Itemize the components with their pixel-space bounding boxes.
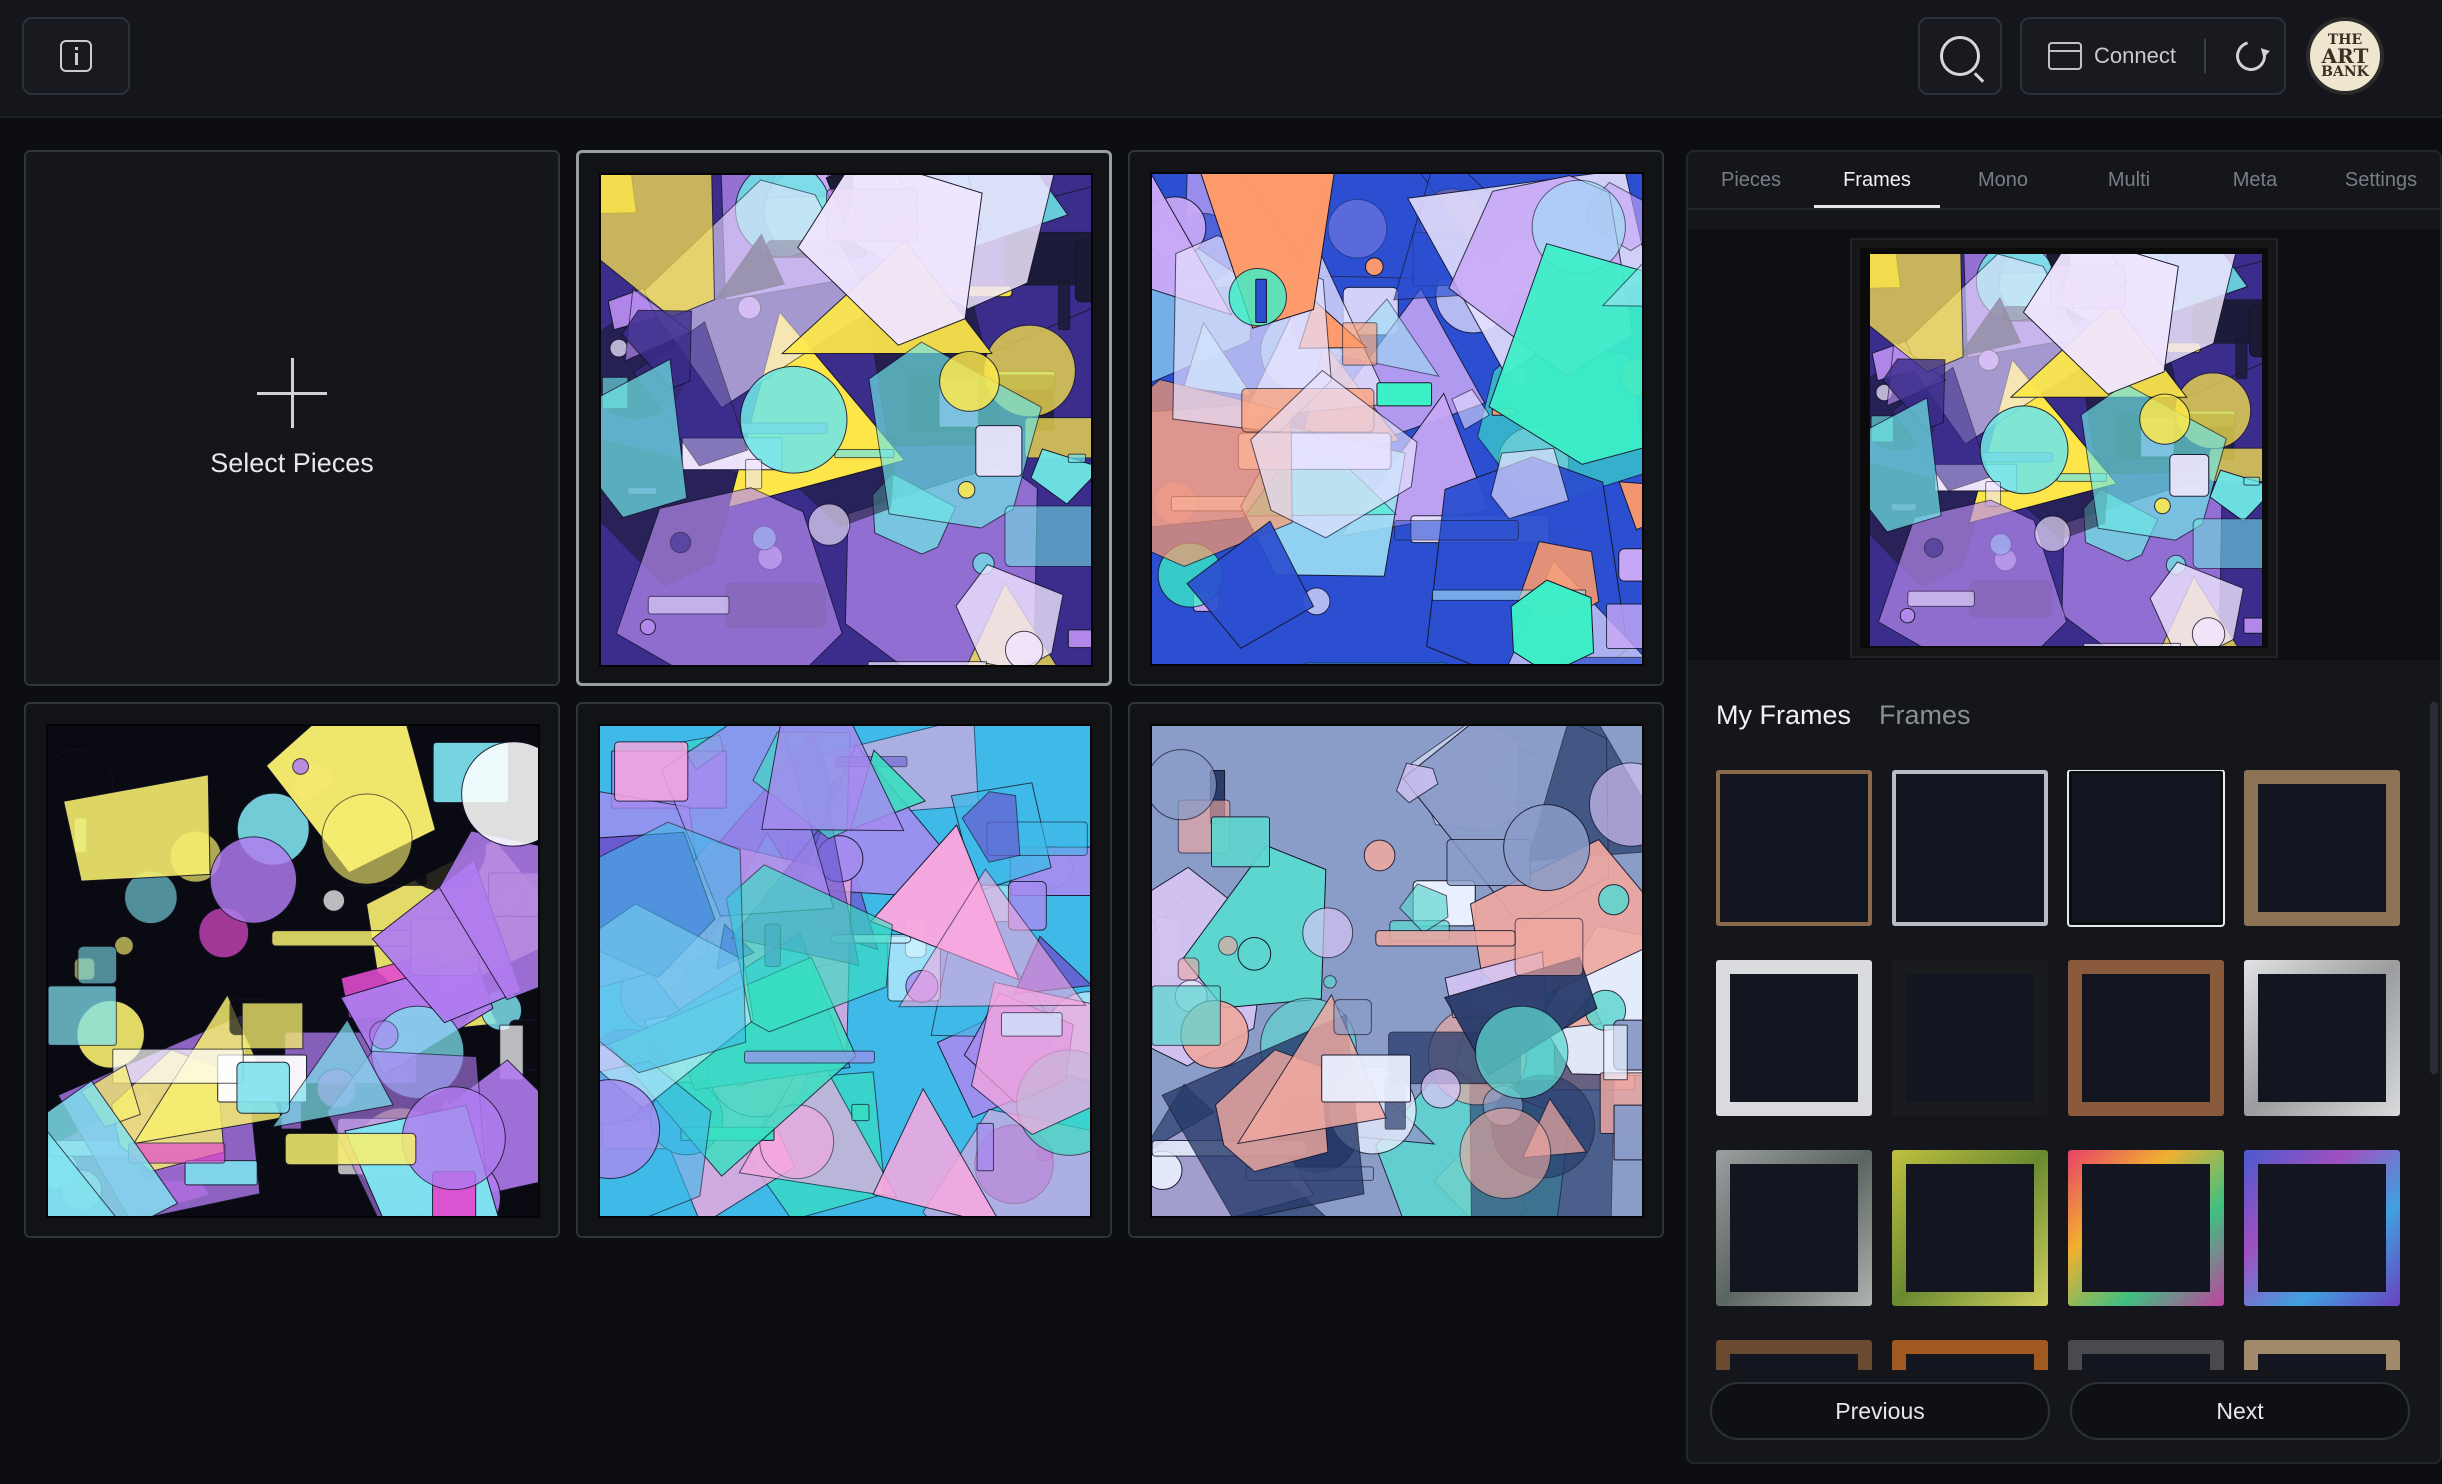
- frame-option[interactable]: [2068, 960, 2224, 1116]
- tab-meta[interactable]: Meta: [2192, 152, 2318, 208]
- frame-inner: [1730, 974, 1858, 1102]
- frame-inner: [2072, 774, 2220, 922]
- frames-grid: [1716, 770, 2416, 1370]
- tab-frames-library[interactable]: Frames: [1879, 700, 1971, 731]
- frame-inner: [1896, 774, 2044, 922]
- frame-inner: [1906, 1164, 2034, 1292]
- art-tile[interactable]: [24, 702, 560, 1238]
- artwork-image: [1150, 172, 1644, 666]
- frame-option[interactable]: [2244, 770, 2400, 926]
- frame-option[interactable]: [2244, 960, 2400, 1116]
- frame-inner: [2258, 1164, 2386, 1292]
- wallet-icon: [2048, 42, 2082, 70]
- frame-inner: [1906, 974, 2034, 1102]
- previous-button[interactable]: Previous: [1710, 1382, 2050, 1440]
- frame-sub-tabs: My Frames Frames: [1716, 700, 1971, 731]
- side-panel: Pieces Frames Mono Multi Meta Settings M…: [1686, 150, 2442, 1464]
- frame-option[interactable]: [1892, 960, 2048, 1116]
- frame-option[interactable]: [2068, 1340, 2224, 1370]
- avatar-text-3: BANK: [2321, 63, 2369, 80]
- art-tile[interactable]: [576, 702, 1112, 1238]
- frame-inner: [1730, 1354, 1858, 1370]
- frame-inner: [1906, 1354, 2034, 1370]
- frame-inner: [2082, 974, 2210, 1102]
- frame-inner: [1720, 774, 1868, 922]
- art-tile[interactable]: [576, 150, 1112, 686]
- frame-option[interactable]: [2068, 1150, 2224, 1306]
- search-icon: [1940, 36, 1980, 76]
- scrollbar[interactable]: [2430, 702, 2438, 1074]
- preview-frame: [1850, 238, 2278, 658]
- frame-option[interactable]: [2067, 770, 2225, 927]
- frame-option[interactable]: [1716, 960, 1872, 1116]
- art-tile[interactable]: [1128, 150, 1664, 686]
- frame-option[interactable]: [1716, 1150, 1872, 1306]
- frame-inner: [2258, 1354, 2386, 1370]
- avatar-text-2: ART: [2321, 43, 2369, 68]
- frame-inner: [1730, 1164, 1858, 1292]
- info-button[interactable]: [22, 17, 130, 95]
- frame-option[interactable]: [2244, 1340, 2400, 1370]
- info-icon: [60, 40, 92, 72]
- frame-option[interactable]: [1716, 1340, 1872, 1370]
- frame-inner: [2082, 1164, 2210, 1292]
- frame-option[interactable]: [2244, 1150, 2400, 1306]
- refresh-icon[interactable]: [2230, 35, 2272, 77]
- frame-inner: [2258, 784, 2386, 912]
- artwork-image: [46, 724, 540, 1218]
- panel-tabs: Pieces Frames Mono Multi Meta Settings: [1688, 152, 2440, 210]
- select-pieces-label: Select Pieces: [210, 447, 374, 478]
- tab-my-frames[interactable]: My Frames: [1716, 700, 1851, 731]
- plus-icon: [257, 357, 327, 428]
- divider: [2203, 39, 2206, 73]
- avatar[interactable]: THE ART BANK: [2306, 17, 2384, 95]
- frame-option[interactable]: [1716, 770, 1872, 926]
- connect-group: Connect: [2020, 17, 2286, 95]
- artwork-image: [1150, 724, 1644, 1218]
- top-bar: Connect THE ART BANK: [0, 0, 2442, 118]
- frame-inner: [2258, 974, 2386, 1102]
- tab-settings[interactable]: Settings: [2318, 152, 2440, 208]
- frame-option[interactable]: [1892, 1340, 2048, 1370]
- search-button[interactable]: [1918, 17, 2002, 95]
- connect-button[interactable]: Connect: [2094, 43, 2176, 69]
- next-button[interactable]: Next: [2070, 1382, 2410, 1440]
- preview-artwork: [1870, 254, 2262, 646]
- artwork-image: [599, 173, 1093, 667]
- art-tile[interactable]: [1128, 702, 1664, 1238]
- tab-mono[interactable]: Mono: [1940, 152, 2066, 208]
- frame-inner: [2082, 1354, 2210, 1370]
- frame-option[interactable]: [1892, 770, 2048, 926]
- select-pieces-tile[interactable]: Select Pieces: [24, 150, 560, 686]
- tab-pieces[interactable]: Pieces: [1688, 152, 1814, 208]
- tab-multi[interactable]: Multi: [2066, 152, 2192, 208]
- frame-preview: [1688, 230, 2440, 660]
- tab-frames[interactable]: Frames: [1814, 152, 1940, 208]
- artwork-image: [598, 724, 1092, 1218]
- frame-option[interactable]: [1892, 1150, 2048, 1306]
